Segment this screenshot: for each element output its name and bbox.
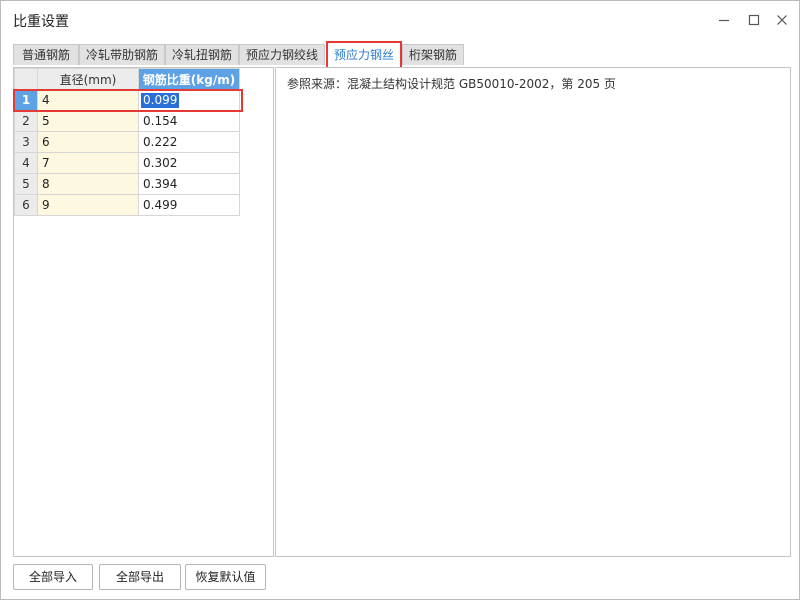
tab-cold-rolled-twisted[interactable]: 冷轧扭钢筋 <box>165 44 239 65</box>
maximize-icon <box>743 14 765 26</box>
title-bar: 比重设置 <box>1 1 799 39</box>
table-row[interactable]: 2 5 0.154 <box>14 110 240 132</box>
weight-cell[interactable]: 0.222 <box>138 131 240 153</box>
restore-default-button[interactable]: 恢复默认值 <box>185 564 266 590</box>
row-number[interactable]: 5 <box>14 173 38 195</box>
close-icon <box>771 14 793 26</box>
minimize-icon <box>713 14 735 26</box>
row-number[interactable]: 1 <box>14 89 38 111</box>
row-number[interactable]: 6 <box>14 194 38 216</box>
weight-cell[interactable]: 0.499 <box>138 194 240 216</box>
weight-table: 直径(mm) 钢筋比重(kg/m) 1 4 0.099 2 5 0.154 3 … <box>14 68 240 216</box>
weight-cell[interactable]: 0.302 <box>138 152 240 174</box>
weight-cell-editing[interactable]: 0.099 <box>138 89 240 111</box>
tab-truss-rebar[interactable]: 桁架钢筋 <box>402 44 464 65</box>
tab-normal-rebar[interactable]: 普通钢筋 <box>13 44 79 65</box>
table-row[interactable]: 3 6 0.222 <box>14 131 240 153</box>
close-button[interactable] <box>771 9 793 31</box>
export-all-button[interactable]: 全部导出 <box>99 564 181 590</box>
window-title: 比重设置 <box>13 14 69 30</box>
diameter-cell[interactable]: 8 <box>37 173 139 195</box>
diameter-cell[interactable]: 7 <box>37 152 139 174</box>
source-reference-text: 参照来源：混凝土结构设计规范 GB50010-2002，第 205 页 <box>287 77 616 91</box>
tab-prestressed-strand[interactable]: 预应力钢绞线 <box>239 44 325 65</box>
diameter-cell[interactable]: 5 <box>37 110 139 132</box>
maximize-button[interactable] <box>743 9 765 31</box>
table-row[interactable]: 1 4 0.099 <box>14 89 240 111</box>
weight-cell[interactable]: 0.394 <box>138 173 240 195</box>
diameter-cell[interactable]: 9 <box>37 194 139 216</box>
column-header-weight[interactable]: 钢筋比重(kg/m) <box>138 68 240 90</box>
tab-cold-rolled-ribbed[interactable]: 冷轧带肋钢筋 <box>79 44 165 65</box>
table-row[interactable]: 4 7 0.302 <box>14 152 240 174</box>
weight-edit-text[interactable]: 0.099 <box>141 92 180 108</box>
table-corner[interactable] <box>14 68 38 90</box>
import-all-button[interactable]: 全部导入 <box>13 564 93 590</box>
minimize-button[interactable] <box>713 9 735 31</box>
table-row[interactable]: 5 8 0.394 <box>14 173 240 195</box>
diameter-cell[interactable]: 4 <box>37 89 139 111</box>
tab-prestressed-wire[interactable]: 预应力钢丝 <box>326 41 402 69</box>
row-number[interactable]: 2 <box>14 110 38 132</box>
diameter-cell[interactable]: 6 <box>37 131 139 153</box>
table-header-row: 直径(mm) 钢筋比重(kg/m) <box>14 68 240 90</box>
row-number[interactable]: 4 <box>14 152 38 174</box>
weight-table-panel: 直径(mm) 钢筋比重(kg/m) 1 4 0.099 2 5 0.154 3 … <box>13 67 274 557</box>
weight-cell[interactable]: 0.154 <box>138 110 240 132</box>
dialog-window: 比重设置 普通钢筋 冷轧带肋钢筋 冷轧扭钢筋 预应力钢绞线 预应力钢丝 桁架钢筋 <box>0 0 800 600</box>
row-number[interactable]: 3 <box>14 131 38 153</box>
column-header-diameter[interactable]: 直径(mm) <box>37 68 139 90</box>
source-info-panel: 参照来源：混凝土结构设计规范 GB50010-2002，第 205 页 <box>275 67 791 557</box>
table-row[interactable]: 6 9 0.499 <box>14 194 240 216</box>
